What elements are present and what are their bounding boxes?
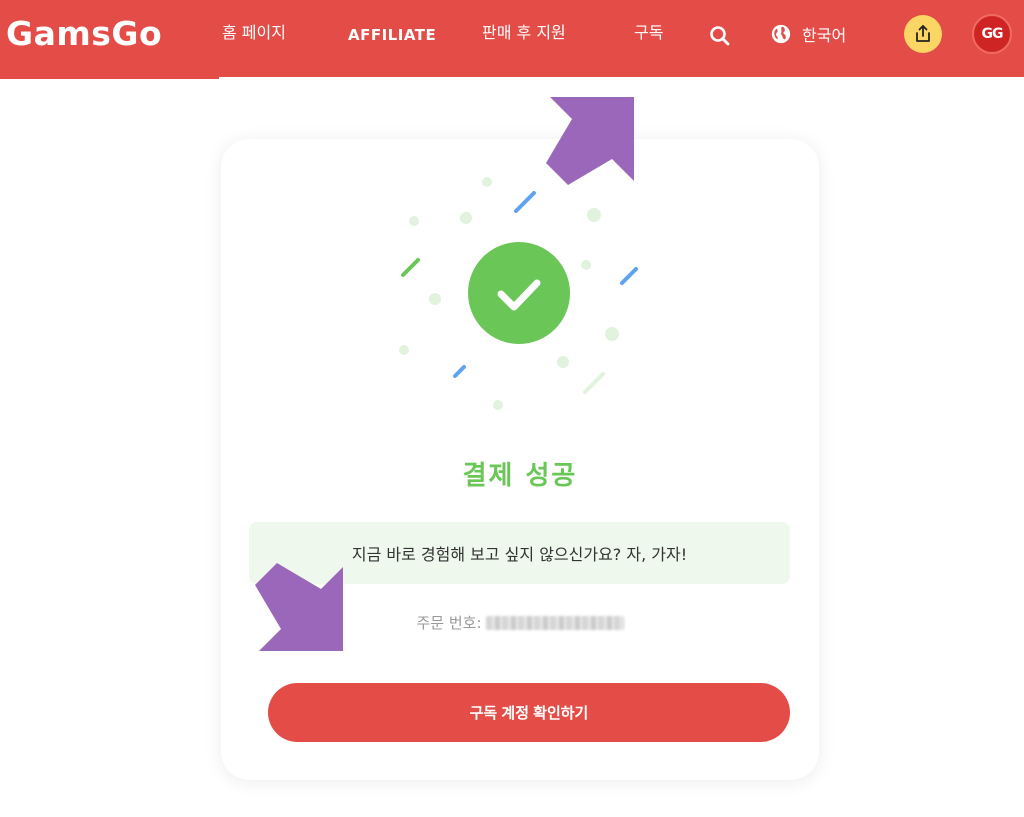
order-number-value-redacted [485, 615, 624, 630]
share-button[interactable] [904, 15, 942, 53]
order-number: 주문 번호: [221, 612, 819, 633]
nav-after-sales-support[interactable]: 판매 후 지원 [482, 22, 566, 44]
user-avatar[interactable]: GG [972, 14, 1012, 54]
nav-home[interactable]: 홈 페이지 [222, 22, 286, 44]
encouragement-message: 지금 바로 경험해 보고 싶지 않으신가요? 자, 가자! [249, 522, 790, 584]
top-navbar: GamsGo 홈 페이지 AFFILIATE 판매 후 지원 구독 한국어 GG [0, 0, 1024, 77]
globe-icon [771, 24, 791, 44]
payment-success-title: 결제 성공 [462, 461, 578, 491]
language-label: 한국어 [802, 26, 847, 45]
language-selector[interactable]: 한국어 [770, 22, 846, 46]
order-number-label: 주문 번호: [416, 614, 482, 632]
nav-subscription[interactable]: 구독 [634, 22, 663, 44]
search-icon[interactable] [708, 24, 732, 48]
nav-affiliate[interactable]: AFFILIATE [348, 24, 436, 46]
active-nav-underline [0, 77, 219, 79]
share-icon [916, 25, 930, 42]
encouragement-text: 지금 바로 경험해 보고 싶지 않으신가요? 자, 가자! [351, 545, 688, 564]
gamsgo-logo[interactable]: GamsGo [6, 14, 162, 53]
check-subscription-account-button[interactable]: 구독 계정 확인하기 [268, 683, 790, 742]
